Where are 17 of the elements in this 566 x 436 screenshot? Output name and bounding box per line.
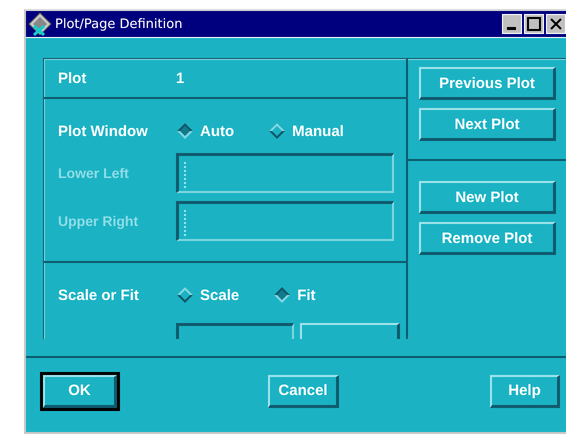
- plot-number: 1: [176, 70, 184, 86]
- radio-option[interactable]: Manual: [268, 122, 344, 140]
- side-button[interactable]: Next Plot: [419, 108, 556, 141]
- dialog-button[interactable]: Cancel: [268, 374, 339, 408]
- field-label: Lower Left: [58, 165, 130, 181]
- scale-or-fit-label: Scale or Fit: [58, 286, 140, 304]
- plot-label: Plot: [58, 70, 88, 86]
- side-button[interactable]: New Plot: [419, 181, 556, 214]
- side-button[interactable]: Previous Plot: [419, 67, 556, 100]
- radio-option[interactable]: Auto: [176, 122, 234, 140]
- dialog-button[interactable]: Help: [490, 374, 560, 408]
- radio-option[interactable]: Scale: [176, 286, 240, 304]
- field-label: Upper Right: [58, 213, 140, 229]
- plot-window-label: Plot Window: [58, 122, 149, 140]
- side-button[interactable]: Remove Plot: [419, 222, 556, 255]
- window-title: Plot/Page Definition: [55, 16, 184, 32]
- radio-option[interactable]: Fit: [273, 286, 316, 304]
